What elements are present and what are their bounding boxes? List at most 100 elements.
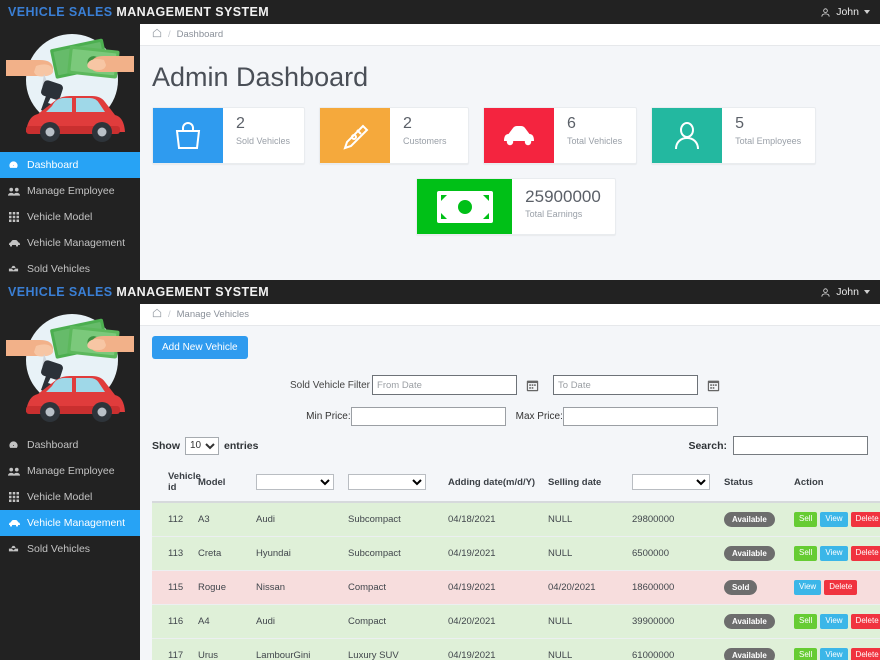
price-filter-select[interactable] [632, 474, 710, 490]
handshake-icon [7, 544, 20, 555]
sell-button[interactable]: Sell [794, 546, 817, 561]
delete-button[interactable]: Delete [824, 580, 857, 595]
delete-button[interactable]: Delete [851, 614, 880, 629]
table-row: 116A4AudiCompact04/20/2021NULL39900000Av… [152, 605, 880, 639]
th-selling-date[interactable]: Selling date [544, 463, 628, 502]
th-type-filter [344, 463, 444, 502]
stat-value: 25900000 [525, 188, 601, 206]
stat-card-customers[interactable]: 2 Customers [319, 107, 469, 164]
home-icon[interactable] [152, 28, 162, 41]
type-filter-select[interactable] [348, 474, 426, 490]
make-cell: Audi [252, 605, 344, 639]
sidebar-item-dashboard[interactable]: Dashboard [0, 432, 140, 458]
delete-button[interactable]: Delete [851, 512, 880, 527]
brand-secondary: MANAGEMENT SYSTEM [116, 5, 269, 19]
th-vehicle-id[interactable]: Vehicle id [152, 463, 194, 502]
sidebar-item-vehicle-management[interactable]: Vehicle Management [0, 510, 140, 536]
type-cell: Subcompact [344, 537, 444, 571]
add-new-vehicle-button[interactable]: Add New Vehicle [152, 336, 248, 359]
make-filter-select[interactable] [256, 474, 334, 490]
th-model[interactable]: Model [194, 463, 252, 502]
sidebar-item-vehicle-model[interactable]: Vehicle Model [0, 204, 140, 230]
to-date-input[interactable] [553, 375, 698, 395]
type-cell: Compact [344, 571, 444, 605]
stat-value: 2 [236, 116, 290, 133]
stat-label: Total Employees [735, 136, 801, 146]
user-name: John [836, 6, 859, 18]
selling-date-cell: NULL [544, 605, 628, 639]
th-status[interactable]: Status [720, 463, 790, 502]
show-label: Show [152, 440, 180, 452]
stat-card-sold-vehicles[interactable]: 2 Sold Vehicles [152, 107, 305, 164]
user-icon [820, 7, 831, 18]
max-price-input[interactable] [563, 407, 718, 426]
view-button[interactable]: View [820, 546, 847, 561]
vehicles-table-body: 112A3AudiSubcompact04/18/2021NULL2980000… [152, 502, 880, 660]
sell-button[interactable]: Sell [794, 614, 817, 629]
action-cell: SellView Delete [790, 639, 880, 660]
view-button[interactable]: View [820, 512, 847, 527]
th-action: Action [790, 463, 880, 502]
speedometer-icon [7, 440, 20, 451]
view-button[interactable]: View [794, 580, 821, 595]
home-icon[interactable] [152, 308, 162, 321]
sidebar-item-dashboard[interactable]: Dashboard [0, 152, 140, 178]
th-adding-date[interactable]: Adding date(m/d/Y) [444, 463, 544, 502]
stat-label: Total Vehicles [567, 136, 622, 146]
min-price-label: Min Price: [306, 411, 350, 422]
model-cell: Creta [194, 537, 252, 571]
view-button[interactable]: View [820, 648, 847, 660]
sell-button[interactable]: Sell [794, 512, 817, 527]
sidebar-menu: Dashboard Manage Employee Vehicle Model [0, 150, 140, 280]
selling-date-cell: NULL [544, 639, 628, 660]
sidebar-item-vehicle-management[interactable]: Vehicle Management [0, 230, 140, 256]
sidebar-item-label: Vehicle Management [27, 517, 125, 529]
entries-per-page-select[interactable]: 10 [185, 437, 219, 455]
breadcrumb-current: Manage Vehicles [177, 309, 249, 320]
stat-card-total-vehicles[interactable]: 6 Total Vehicles [483, 107, 637, 164]
calendar-icon-from[interactable] [523, 376, 541, 394]
model-cell: Rogue [194, 571, 252, 605]
sidebar-item-label: Vehicle Management [27, 237, 125, 249]
adding-date-cell: 04/18/2021 [444, 502, 544, 537]
sidebar-item-vehicle-model[interactable]: Vehicle Model [0, 484, 140, 510]
from-date-input[interactable] [372, 375, 517, 395]
caret-down-icon [864, 10, 870, 14]
vehicles-table: Vehicle id Model Adding date(m/d/Y) Sell… [152, 463, 880, 660]
sidebar-item-sold-vehicles[interactable]: Sold Vehicles [0, 256, 140, 280]
price-cell: 18600000 [628, 571, 720, 605]
user-menu[interactable]: John [820, 6, 870, 18]
delete-button[interactable]: Delete [851, 648, 880, 660]
selling-date-cell: NULL [544, 537, 628, 571]
breadcrumb-separator: / [168, 29, 171, 40]
users-icon [7, 186, 20, 197]
stat-cards-row: 2 Sold Vehicles 2 Customers [140, 107, 880, 164]
min-price-input[interactable] [351, 407, 506, 426]
sidebar-item-manage-employee[interactable]: Manage Employee [0, 178, 140, 204]
type-cell: Compact [344, 605, 444, 639]
delete-button[interactable]: Delete [851, 546, 880, 561]
sell-button[interactable]: Sell [794, 648, 817, 660]
brand-secondary: MANAGEMENT SYSTEM [116, 285, 269, 299]
breadcrumb: / Dashboard [140, 24, 880, 46]
price-cell: 39900000 [628, 605, 720, 639]
sidebar-item-sold-vehicles[interactable]: Sold Vehicles [0, 536, 140, 562]
user-menu-2[interactable]: John [820, 286, 870, 298]
dashboard-screen: VEHICLE SALES MANAGEMENT SYSTEM John [0, 0, 880, 280]
stat-card-total-employees[interactable]: 5 Total Employees [651, 107, 816, 164]
basket-icon [153, 108, 223, 163]
entries-label: entries [224, 440, 258, 452]
model-cell: Urus [194, 639, 252, 660]
page-title: Admin Dashboard [140, 46, 880, 107]
stat-card-total-earnings[interactable]: 25900000 Total Earnings [416, 178, 616, 235]
sidebar-item-manage-employee[interactable]: Manage Employee [0, 458, 140, 484]
sidebar-logo [0, 24, 140, 150]
calendar-icon-to[interactable] [704, 376, 722, 394]
view-button[interactable]: View [820, 614, 847, 629]
search-input[interactable] [733, 436, 868, 455]
handshake-icon [7, 264, 20, 275]
make-cell: Hyundai [252, 537, 344, 571]
price-cell: 29800000 [628, 502, 720, 537]
selling-date-cell: NULL [544, 502, 628, 537]
action-cell: SellView Delete [790, 537, 880, 571]
